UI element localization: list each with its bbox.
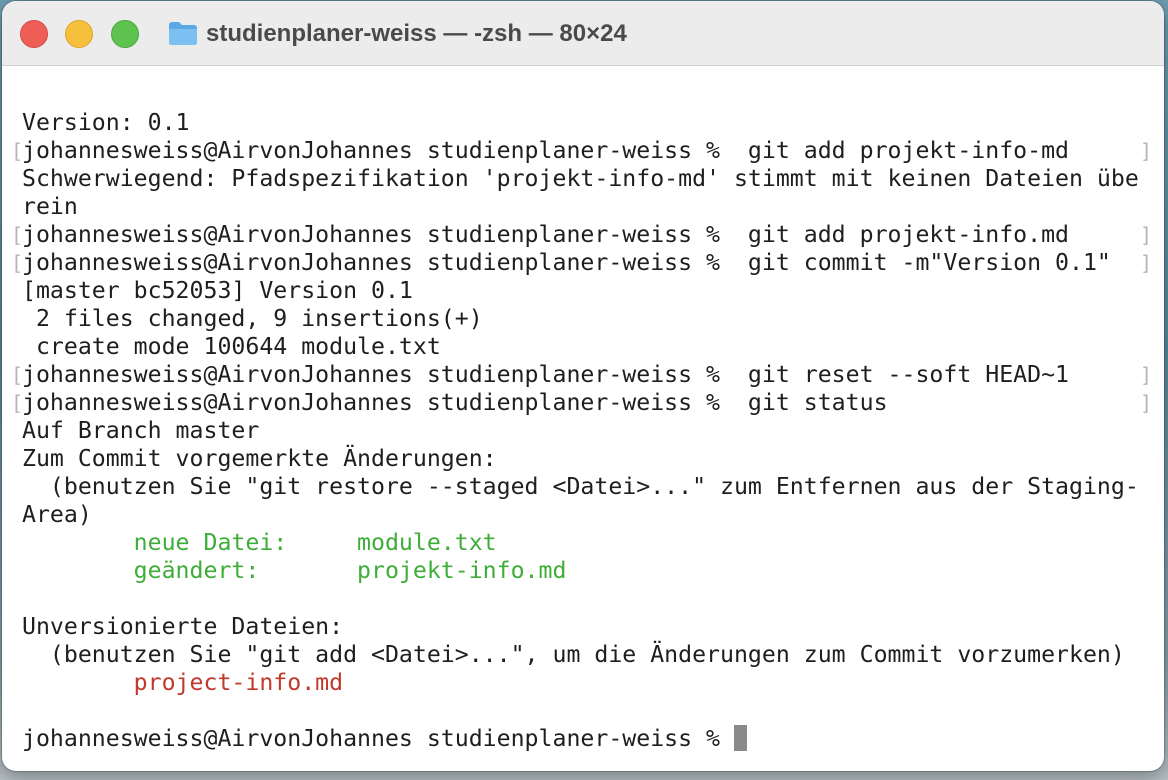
output-line: [master bc52053] Version 0.1 [22, 277, 413, 304]
output-line: Version: 0.1 [22, 109, 190, 136]
output-line: Auf Branch master [22, 417, 260, 444]
output-line: (benutzen Sie "git restore --staged <Dat… [22, 473, 1139, 500]
output-line: neue Datei: module.txt [22, 529, 497, 556]
command-line: johannesweiss@AirvonJohannes studienplan… [11, 137, 1164, 165]
output-line: Unversionierte Dateien: [22, 613, 344, 640]
command-line: johannesweiss@AirvonJohannes studienplan… [11, 249, 1164, 277]
output-line: Area) [22, 501, 92, 528]
command-line: johannesweiss@AirvonJohannes studienplan… [11, 389, 1164, 417]
output-line: project-info.md [22, 669, 344, 696]
output-line: create mode 100644 module.txt [22, 333, 441, 360]
folder-icon [169, 22, 197, 45]
text-cursor [733, 725, 747, 751]
output-line: geändert: projekt-info.md [22, 557, 567, 584]
close-window-button[interactable] [20, 20, 48, 48]
window-title: studienplaner-weiss — -zsh — 80×24 [206, 20, 627, 47]
output-line: rein [22, 193, 78, 220]
output-line: (benutzen Sie "git add <Datei>...", um d… [22, 641, 1125, 668]
output-line: Schwerwiegend: Pfadspezifikation 'projek… [22, 165, 1139, 192]
terminal-output[interactable]: Version: 0.1johannesweiss@AirvonJohannes… [11, 109, 1164, 753]
prompt-text: johannesweiss@AirvonJohannes studienplan… [22, 725, 734, 752]
current-prompt-line[interactable]: johannesweiss@AirvonJohannes studienplan… [22, 725, 1164, 753]
title-bar[interactable]: studienplaner-weiss — -zsh — 80×24 [2, 1, 1164, 66]
output-line: Zum Commit vorgemerkte Änderungen: [22, 445, 497, 472]
command-line: johannesweiss@AirvonJohannes studienplan… [11, 221, 1164, 249]
terminal-window: studienplaner-weiss — -zsh — 80×24 Versi… [2, 1, 1164, 771]
minimize-window-button[interactable] [65, 20, 93, 48]
zoom-window-button[interactable] [111, 20, 139, 48]
output-line: 2 files changed, 9 insertions(+) [22, 305, 483, 332]
command-line: johannesweiss@AirvonJohannes studienplan… [11, 361, 1164, 389]
